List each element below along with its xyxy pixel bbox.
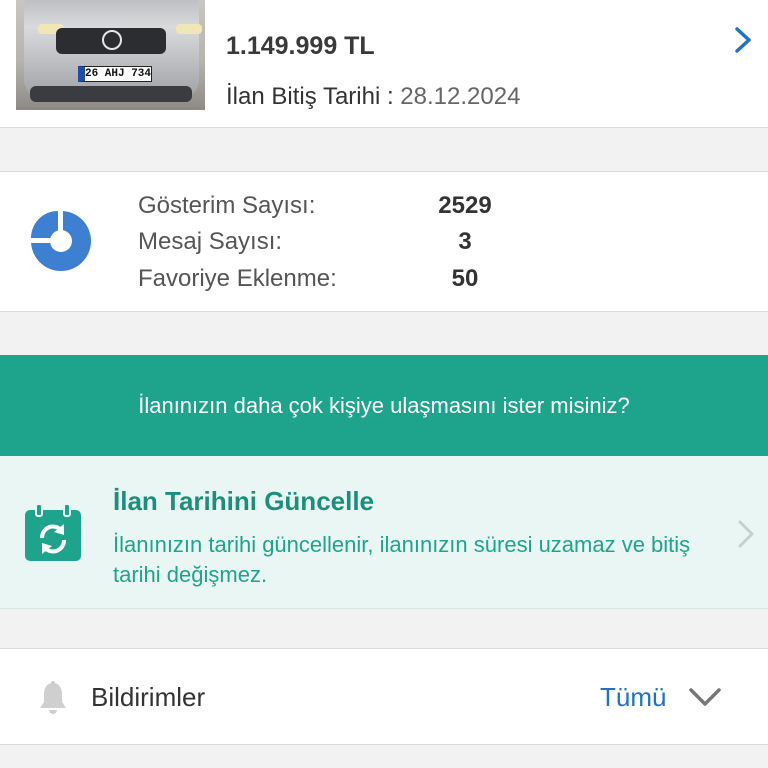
stats-card: Gösterim Sayısı: 2529 Mesaj Sayısı: 3 Fa… (0, 171, 768, 312)
stat-value: 50 (451, 265, 479, 292)
promo-text: İlanınızın daha çok kişiye ulaşmasını is… (138, 393, 630, 418)
stat-label: Favoriye Eklenme: (138, 265, 337, 292)
notifications-filter-dropdown[interactable]: Tümü (600, 682, 666, 713)
stat-value: 2529 (438, 192, 492, 219)
calendar-refresh-icon (25, 504, 81, 561)
stat-value: 3 (458, 228, 472, 255)
update-listing-date-button[interactable]: İlan Tarihini Güncelle İlanınızın tarihi… (0, 456, 768, 609)
update-description: İlanınızın tarihi güncellenir, ilanınızı… (113, 532, 691, 587)
update-title: İlan Tarihini Güncelle (113, 486, 375, 516)
car-thumbnail: 26 AHJ 734 (16, 0, 205, 110)
end-date-value: 28.12.2024 (400, 83, 521, 110)
listing-end-date: İlan Bitiş Tarihi : 28.12.2024 (226, 83, 520, 111)
notifications-label: Bildirimler (91, 682, 206, 712)
promo-banner: İlanınızın daha çok kişiye ulaşmasını is… (0, 355, 768, 456)
stat-label: Gösterim Sayısı: (138, 192, 316, 219)
chevron-right-icon[interactable] (732, 26, 754, 54)
listing-price: 1.149.999 TL (226, 32, 375, 60)
stat-label: Mesaj Sayısı: (138, 228, 283, 255)
license-plate: 26 AHJ 734 (78, 66, 152, 82)
chevron-right-icon[interactable] (738, 520, 754, 548)
listing-card[interactable]: 26 AHJ 734 1.149.999 TL İlan Bitiş Tarih… (0, 0, 768, 128)
chevron-down-icon[interactable] (688, 685, 722, 709)
pie-chart-icon (30, 210, 91, 271)
end-date-label: İlan Bitiş Tarihi : (226, 83, 401, 110)
notifications-row[interactable]: Bildirimler Tümü (0, 648, 768, 745)
bell-icon (40, 681, 66, 714)
stat-row-messages: Mesaj Sayısı: 3 (138, 228, 538, 258)
stat-row-favorites: Favoriye Eklenme: 50 (138, 265, 538, 295)
stat-row-impressions: Gösterim Sayısı: 2529 (138, 192, 538, 222)
